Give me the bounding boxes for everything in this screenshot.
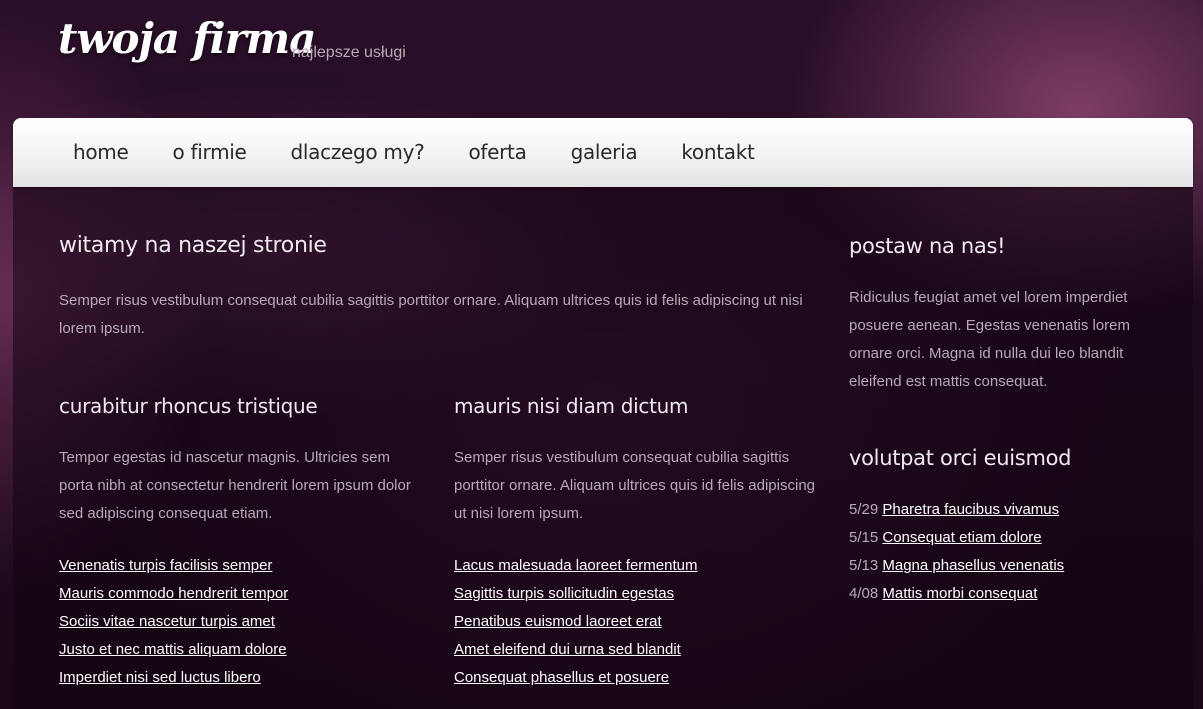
nav-item-oferta[interactable]: oferta	[468, 140, 526, 164]
news-item: 5/15 Consequat etiam dolore	[849, 524, 1064, 552]
nav-item-galeria[interactable]: galeria	[571, 140, 638, 164]
col2-link[interactable]: Amet eleifend dui urna sed blandit	[454, 641, 681, 658]
news-date: 5/15	[849, 529, 879, 546]
col1-link[interactable]: Imperdiet nisi sed luctus libero	[59, 669, 261, 686]
col2-link[interactable]: Lacus malesuada laoreet fermentum	[454, 557, 697, 574]
sidebar-box2-title: volutpat orci euismod	[849, 446, 1072, 470]
news-date: 5/29	[849, 501, 879, 518]
site-tagline: najlepsze usługi	[292, 44, 406, 61]
list-item: Lacus malesuada laoreet fermentum	[454, 552, 697, 580]
news-item: 5/13 Magna phasellus venenatis	[849, 552, 1064, 580]
news-link[interactable]: Pharetra faucibus vivamus	[882, 501, 1059, 518]
nav-item-kontakt[interactable]: kontakt	[681, 140, 755, 164]
site-header: twoja firma najlepsze usługi	[0, 0, 1203, 118]
list-item: Penatibus euismod laoreet erat	[454, 608, 697, 636]
col2-link[interactable]: Penatibus euismod laoreet erat	[454, 613, 662, 630]
col1-text: Tempor egestas id nascetur magnis. Ultri…	[59, 449, 411, 522]
list-item: Venenatis turpis facilisis semper	[59, 552, 288, 580]
news-link[interactable]: Consequat etiam dolore	[882, 529, 1041, 546]
nav-item-dlaczego-my[interactable]: dlaczego my?	[291, 140, 425, 164]
sidebar-box1-title: postaw na nas!	[849, 234, 1006, 258]
news-item: 5/29 Pharetra faucibus vivamus	[849, 496, 1064, 524]
col1-title: curabitur rhoncus tristique	[59, 394, 318, 418]
nav-item-home[interactable]: home	[73, 140, 129, 164]
col2-link-list: Lacus malesuada laoreet fermentum Sagitt…	[454, 552, 697, 692]
col1-link-list: Venenatis turpis facilisis semper Mauris…	[59, 552, 288, 692]
news-date: 4/08	[849, 585, 879, 602]
main-navigation: home o firmie dlaczego my? oferta galeri…	[13, 118, 1193, 187]
col1-link[interactable]: Mauris commodo hendrerit tempor	[59, 585, 288, 602]
news-link[interactable]: Mattis morbi consequat	[882, 585, 1037, 602]
col1-link[interactable]: Venenatis turpis facilisis semper	[59, 557, 272, 574]
col2-link[interactable]: Sagittis turpis sollicitudin egestas	[454, 585, 674, 602]
list-item: Sociis vitae nascetur turpis amet	[59, 608, 288, 636]
news-date: 5/13	[849, 557, 879, 574]
welcome-text: Semper risus vestibulum consequat cubili…	[59, 292, 803, 337]
list-item: Imperdiet nisi sed luctus libero	[59, 664, 288, 692]
list-item: Sagittis turpis sollicitudin egestas	[454, 580, 697, 608]
col1-link[interactable]: Sociis vitae nascetur turpis amet	[59, 613, 275, 630]
list-item: Mauris commodo hendrerit tempor	[59, 580, 288, 608]
sidebar-box1-text: Ridiculus feugiat amet vel lorem imperdi…	[849, 289, 1131, 390]
nav-item-o-firmie[interactable]: o firmie	[173, 140, 247, 164]
news-item: 4/08 Mattis morbi consequat	[849, 580, 1064, 608]
col2-text: Semper risus vestibulum consequat cubili…	[454, 449, 816, 522]
news-link[interactable]: Magna phasellus venenatis	[882, 557, 1064, 574]
welcome-title: witamy na naszej stronie	[59, 233, 327, 258]
list-item: Consequat phasellus et posuere	[454, 664, 697, 692]
news-list: 5/29 Pharetra faucibus vivamus 5/15 Cons…	[849, 496, 1064, 608]
col2-link[interactable]: Consequat phasellus et posuere	[454, 669, 669, 686]
col1-link[interactable]: Justo et nec mattis aliquam dolore	[59, 641, 287, 658]
site-logo[interactable]: twoja firma	[58, 14, 316, 63]
col2-title: mauris nisi diam dictum	[454, 394, 689, 418]
list-item: Justo et nec mattis aliquam dolore	[59, 636, 288, 664]
list-item: Amet eleifend dui urna sed blandit	[454, 636, 697, 664]
